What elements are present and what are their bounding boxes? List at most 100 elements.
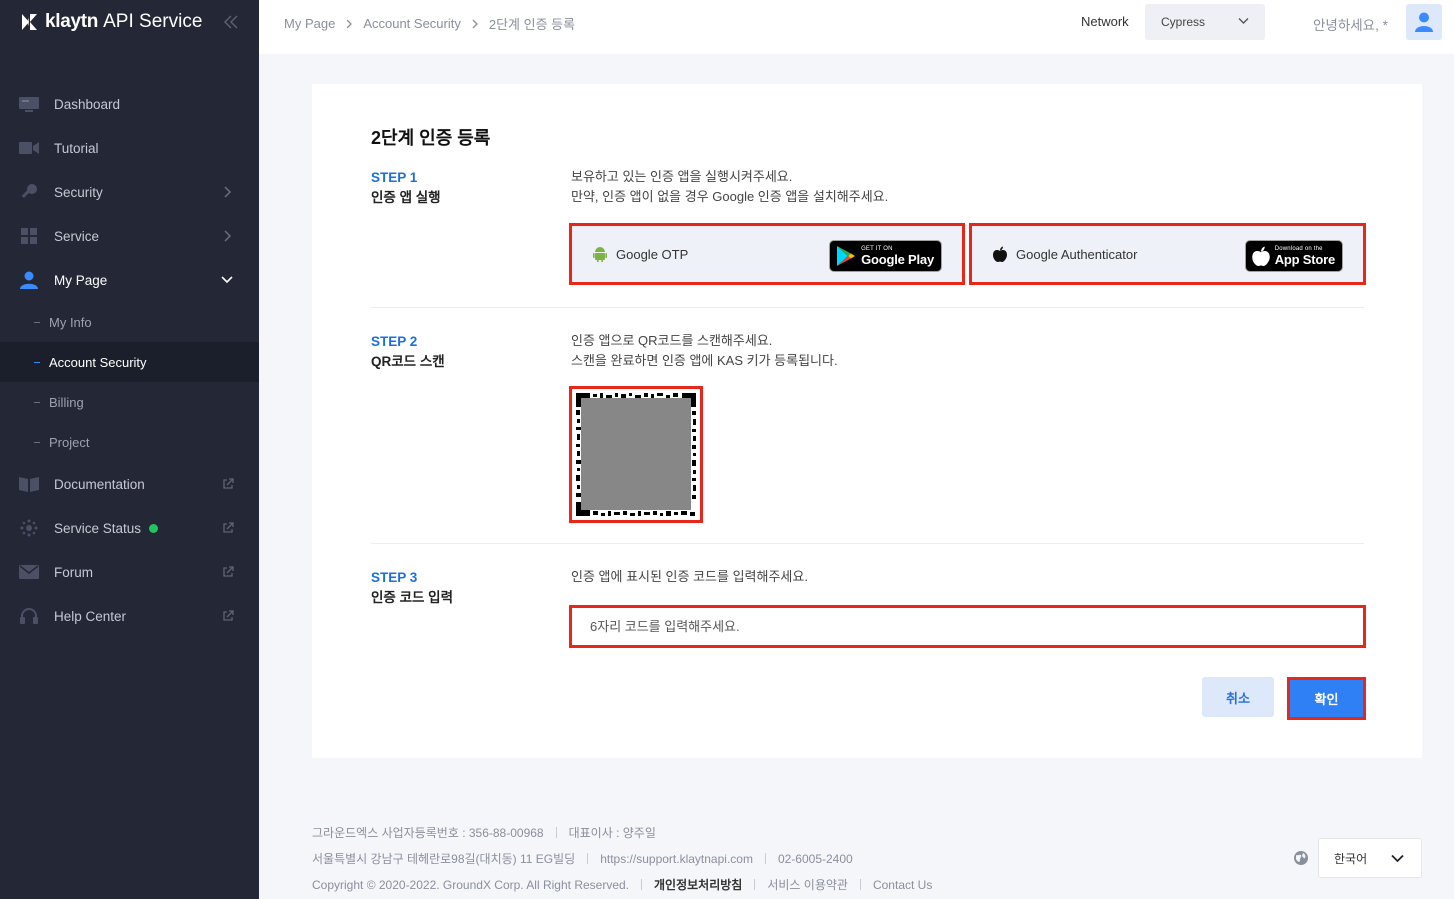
- footer-copyright: Copyright © 2020-2022. GroundX Corp. All…: [312, 877, 630, 892]
- chevron-right-icon: [224, 230, 232, 242]
- divider: [371, 543, 1364, 544]
- avatar-button[interactable]: [1406, 4, 1442, 40]
- collapse-sidebar-icon[interactable]: [221, 12, 241, 32]
- sidebar-item-label: Forum: [54, 564, 94, 580]
- footer-company-line: 그라운드엑스 사업자등록번호 : 356-88-00968 대표이사 : 양주일: [312, 824, 656, 841]
- logo[interactable]: klaytn API Service: [19, 10, 202, 34]
- cancel-button[interactable]: 취소: [1202, 677, 1274, 717]
- step1-number: STEP 1: [371, 170, 418, 185]
- step2-desc-line2: 스캔을 완료하면 인증 앱에 KAS 키가 등록됩니다.: [571, 353, 838, 368]
- book-icon: [19, 474, 39, 494]
- footer-separator: [587, 853, 589, 864]
- bullet-dash: [34, 321, 40, 323]
- network-value: Cypress: [1161, 15, 1206, 29]
- step1-desc-line2: 만약, 인증 앱이 없을 경우 Google 인증 앱을 설치해주세요.: [571, 189, 889, 204]
- footer-phone: 02-6005-2400: [777, 851, 853, 866]
- breadcrumb-my-page[interactable]: My Page: [284, 16, 335, 31]
- page-title: 2단계 인증 등록: [371, 128, 491, 148]
- sidebar-subitem-label: Account Security: [49, 354, 147, 370]
- sidebar-item-label: Documentation: [54, 476, 145, 492]
- sidebar-item-forum[interactable]: Forum: [0, 550, 259, 594]
- mail-icon: [19, 562, 39, 582]
- google-otp-box: Google OTP GET IT ON Google Play: [569, 223, 965, 285]
- network-select[interactable]: Cypress: [1145, 4, 1265, 40]
- qr-redaction: [581, 398, 691, 510]
- confirm-button[interactable]: 확인: [1290, 680, 1363, 717]
- app-name-google-otp: Google OTP: [616, 246, 689, 262]
- sidebar-item-dashboard[interactable]: Dashboard: [0, 82, 259, 126]
- sidebar-item-service-status[interactable]: Service Status: [0, 506, 259, 550]
- apple-icon: [1251, 246, 1270, 266]
- footer-separator: [859, 879, 861, 890]
- sidebar-item-documentation[interactable]: Documentation: [0, 462, 259, 506]
- two-factor-card: 2단계 인증 등록 STEP 1 인증 앱 실행 보유하고 있는 인증 앱을 실…: [312, 84, 1422, 758]
- footer-address: 서울특별시 강남구 테헤란로98길(대치동) 11 EG빌딩: [312, 852, 576, 866]
- klaytn-logo-icon: [22, 14, 37, 30]
- sidebar-item-label: Security: [54, 184, 103, 200]
- footer-contact-link[interactable]: Contact Us: [873, 878, 932, 892]
- chevron-down-icon: [221, 276, 233, 284]
- verification-code-input[interactable]: [572, 608, 1363, 645]
- sidebar-nav: Dashboard Tutorial Security Service My P…: [0, 82, 259, 638]
- step3-desc-line1: 인증 앱에 표시된 인증 코드를 입력해주세요.: [571, 569, 808, 584]
- chevron-right-icon: [472, 19, 478, 28]
- sidebar: klaytn API Service Dashboard Tutorial Se…: [0, 0, 259, 899]
- footer-separator: [754, 879, 756, 890]
- grid-icon: [19, 226, 39, 246]
- sidebar-item-my-page[interactable]: My Page: [0, 258, 259, 302]
- user-greeting: 안녕하세요, *: [1313, 18, 1388, 33]
- external-link-icon: [223, 478, 234, 489]
- sidebar-subitem-label: Project: [49, 434, 90, 450]
- network-label: Network: [1081, 14, 1129, 29]
- footer-support-link[interactable]: https://support.klaytnapi.com: [600, 852, 753, 866]
- dashboard-icon: [19, 94, 39, 114]
- step3-number: STEP 3: [371, 570, 418, 585]
- app-store-badge[interactable]: Download on the App Store: [1244, 240, 1343, 272]
- step3-label: STEP 3 인증 코드 입력: [371, 568, 453, 608]
- sidebar-subitem-billing[interactable]: Billing: [0, 382, 259, 422]
- external-link-icon: [223, 610, 234, 621]
- step1-name: 인증 앱 실행: [371, 190, 441, 205]
- chevron-down-icon: [1238, 18, 1249, 24]
- sidebar-item-help-center[interactable]: Help Center: [0, 594, 259, 638]
- google-play-badge[interactable]: GET IT ON Google Play: [829, 240, 942, 272]
- sidebar-subitem-my-info[interactable]: My Info: [0, 302, 259, 342]
- footer-privacy-link[interactable]: 개인정보처리방침: [654, 876, 742, 893]
- sidebar-item-service[interactable]: Service: [0, 214, 259, 258]
- sidebar-item-tutorial[interactable]: Tutorial: [0, 126, 259, 170]
- step2-label: STEP 2 QR코드 스캔: [371, 332, 445, 372]
- code-input-wrapper: [569, 605, 1366, 648]
- step2-number: STEP 2: [371, 334, 418, 349]
- language-select[interactable]: 한국어: [1318, 838, 1422, 878]
- google-play-icon: [837, 246, 856, 266]
- qr-code: [569, 386, 703, 523]
- step2-name: QR코드 스캔: [371, 354, 445, 369]
- step1-label: STEP 1 인증 앱 실행: [371, 168, 441, 208]
- sidebar-subitem-account-security[interactable]: Account Security: [0, 342, 259, 382]
- footer-terms-link[interactable]: 서비스 이용약관: [767, 876, 848, 893]
- google-authenticator-box: Google Authenticator Download on the App…: [969, 223, 1366, 285]
- bullet-dash: [34, 401, 40, 403]
- breadcrumb-account-security[interactable]: Account Security: [363, 16, 461, 31]
- sidebar-subitem-project[interactable]: Project: [0, 422, 259, 462]
- chevron-down-icon: [1391, 854, 1404, 863]
- apple-icon: [992, 246, 1008, 262]
- status-ok-indicator: [149, 523, 159, 533]
- badge-big-text: Google Play: [861, 251, 934, 267]
- app-name-google-authenticator: Google Authenticator: [1016, 246, 1138, 262]
- footer-separator: [641, 879, 643, 890]
- user-icon: [19, 270, 39, 290]
- external-link-icon: [223, 566, 234, 577]
- service-name: API Service: [103, 11, 203, 32]
- step3-name: 인증 코드 입력: [371, 590, 454, 605]
- step2-desc-line1: 인증 앱으로 QR코드를 스캔해주세요.: [571, 333, 773, 348]
- sidebar-subitem-label: Billing: [49, 394, 84, 410]
- footer-ceo: 대표이사 : 양주일: [568, 826, 656, 840]
- user-icon: [1415, 12, 1433, 32]
- sidebar-subitem-label: My Info: [49, 314, 92, 330]
- breadcrumb-current: 2단계 인증 등록: [488, 17, 576, 32]
- external-link-icon: [223, 522, 234, 533]
- sidebar-item-security[interactable]: Security: [0, 170, 259, 214]
- chevron-right-icon: [224, 186, 232, 198]
- footer-separator: [555, 827, 557, 838]
